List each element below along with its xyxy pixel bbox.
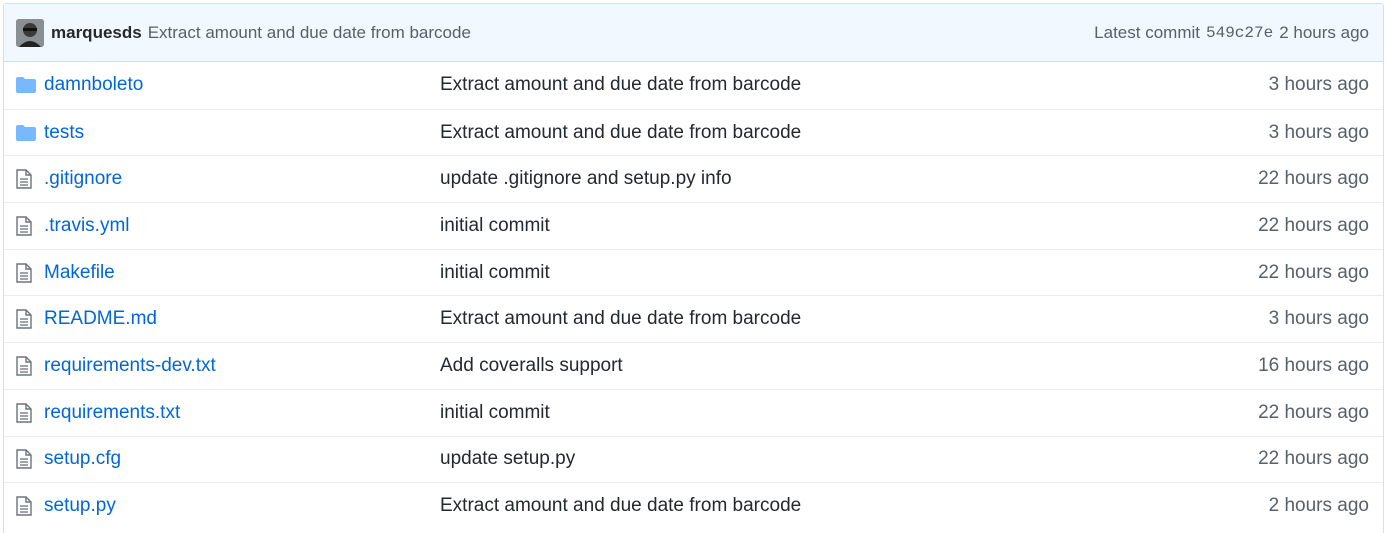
file-commit-age: 16 hours ago [1258,354,1369,376]
file-commit-age: 3 hours ago [1268,308,1369,330]
file-row: requirements-dev.txt Add coveralls suppor… [4,342,1383,389]
file-icon [4,449,44,470]
file-commit-message-link[interactable]: Extract amount and due date from barcode [440,308,1149,330]
file-name-link[interactable]: requirements.txt [44,402,180,423]
file-name-cell: damnboleto [44,74,440,96]
folder-icon [4,77,44,94]
file-name-link[interactable]: .gitignore [44,168,122,189]
file-list: damnboleto Extract amount and due date fr… [4,62,1383,529]
file-commit-age: 22 hours ago [1258,448,1369,470]
file-name-cell: setup.py [44,495,440,517]
file-icon [4,309,44,329]
file-browser: marquesds Extract amount and due date fr… [3,3,1384,533]
file-name-link[interactable]: setup.py [44,495,116,516]
file-commit-age: 3 hours ago [1268,74,1369,96]
file-name-link[interactable]: Makefile [44,262,115,283]
file-commit-message-link[interactable]: update setup.py [440,448,1149,470]
file-row: damnboleto Extract amount and due date fr… [4,62,1383,109]
commit-age: 2 hours ago [1279,22,1369,42]
file-commit-age: 22 hours ago [1258,401,1369,423]
file-commit-age: 22 hours ago [1258,214,1369,236]
file-name-link[interactable]: README.md [44,308,157,329]
file-icon [4,356,44,376]
file-name-cell: setup.cfg [44,448,440,470]
file-commit-message-link[interactable]: initial commit [440,262,1149,284]
file-icon [4,169,44,189]
file-commit-age: 2 hours ago [1268,495,1369,517]
file-row: requirements.txt initial commit 22 hours a… [4,388,1383,436]
file-commit-message-link[interactable]: Extract amount and due date from barcode [440,122,1149,144]
file-row: setup.py Extract amount and due date from… [4,482,1383,529]
file-row: tests Extract amount and due date from ba… [4,108,1383,156]
file-name-cell: requirements-dev.txt [44,355,440,377]
latest-commit-label: Latest commit [1094,22,1200,42]
file-name-cell: Makefile [44,262,440,284]
commit-author-link[interactable]: marquesds [51,23,142,43]
file-row: .gitignore update .gitignore and setup.py… [4,155,1383,202]
commit-message-link[interactable]: Extract amount and due date from barcode [148,23,471,43]
file-name-cell: requirements.txt [44,402,440,424]
file-row: README.md Extract amount and due date fro… [4,295,1383,342]
latest-commit-bar: marquesds Extract amount and due date fr… [4,4,1383,62]
file-name-cell: .travis.yml [44,215,440,237]
file-name-link[interactable]: .travis.yml [44,215,130,236]
file-row: setup.cfg update setup.py 22 hours ago [4,435,1383,483]
file-commit-age: 3 hours ago [1268,121,1369,143]
file-icon [4,402,44,423]
file-commit-message-link[interactable]: Extract amount and due date from barcode [440,74,1149,96]
file-row: .travis.yml initial commit 22 hours ago [4,202,1383,249]
file-name-link[interactable]: setup.cfg [44,448,121,469]
file-commit-message-link[interactable]: update .gitignore and setup.py info [440,168,1149,190]
file-name-link[interactable]: damnboleto [44,74,143,95]
file-name-cell: README.md [44,308,440,330]
commit-sha-link[interactable]: 549c27e [1206,24,1273,42]
file-name-cell: .gitignore [44,168,440,190]
file-icon [4,262,44,283]
file-icon [4,496,44,516]
file-commit-age: 22 hours ago [1258,261,1369,283]
file-row: Makefile initial commit 22 hours ago [4,248,1383,296]
file-name-cell: tests [44,122,440,144]
file-commit-message-link[interactable]: initial commit [440,402,1149,424]
file-commit-age: 22 hours ago [1258,168,1369,190]
file-name-link[interactable]: tests [44,122,84,143]
file-commit-message-link[interactable]: initial commit [440,215,1149,237]
file-icon [4,216,44,236]
folder-icon [4,124,44,141]
file-commit-message-link[interactable]: Add coveralls support [440,355,1149,377]
file-commit-message-link[interactable]: Extract amount and due date from barcode [440,495,1149,517]
avatar[interactable] [16,18,44,47]
file-name-link[interactable]: requirements-dev.txt [44,355,216,376]
